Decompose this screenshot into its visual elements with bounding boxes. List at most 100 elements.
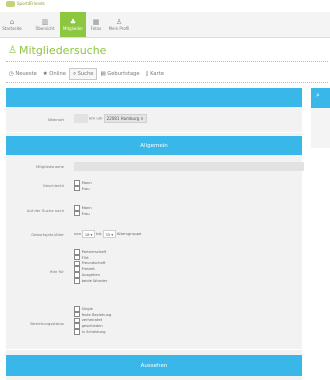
checkbox-option[interactable]: Frau (74, 185, 92, 192)
hier-fuer-options: Partnerschaft Flirt Freundschaft Freizei… (74, 249, 107, 284)
page-title-text: Mitgliedersuche (18, 44, 107, 57)
suche-nach-options: Mann Frau (74, 205, 92, 217)
user-icon: ♙ (8, 45, 17, 56)
checkbox[interactable] (74, 180, 80, 186)
form-header-bar (6, 88, 302, 107)
checkbox[interactable] (74, 306, 80, 312)
nav-label: Fotos (90, 26, 102, 31)
tab-label: Suche (77, 71, 94, 77)
checkbox-option[interactable]: in Scheidung (74, 329, 111, 335)
row-wohnort: Wohnort km um 22081 Hamburg × (6, 107, 302, 133)
divider (6, 82, 328, 83)
section-title: Aussehen (140, 362, 168, 369)
section-allgemein: Allgemein (6, 136, 302, 155)
nav-label: Übersicht (35, 26, 55, 31)
logo[interactable]: Sport4Friends (6, 0, 45, 7)
age-to-value: 35 (105, 231, 111, 237)
option-label: Frau (81, 211, 90, 216)
tab-label: Online (49, 71, 66, 77)
chevron-down-icon: ▾ (111, 231, 114, 237)
calendar-icon: ▤ (100, 71, 106, 77)
age-to-select[interactable]: 35 ▾ (102, 230, 116, 238)
option-label: Single (81, 306, 93, 311)
geburtsjahr-label: Geburtsjahr/Alter (31, 232, 64, 237)
checkbox[interactable] (74, 254, 80, 261)
nav-fotos[interactable]: ▦ Fotos (89, 12, 103, 37)
nav-mitglieder[interactable]: ♣ Mitglieder (60, 12, 86, 37)
checkbox-option[interactable]: beide Wunder (74, 278, 107, 284)
checkbox[interactable] (74, 185, 80, 192)
search-icon: ⌕ (316, 91, 320, 99)
home-icon: ⌂ (9, 18, 15, 26)
option-label: in Scheidung (81, 330, 106, 335)
tab-label: Karte (150, 71, 164, 77)
checkbox[interactable] (74, 272, 80, 278)
search-icon: ⌕ (72, 70, 77, 77)
age-from-value: 18 (84, 231, 90, 237)
nav-startseite[interactable]: ⌂ Startseite (2, 12, 22, 37)
row-beziehungsstatus: Beziehungsstatus Single feste Beziehung … (6, 297, 302, 350)
age-suffix: Altersgruppe (116, 231, 142, 236)
nav-label: Mitglieder (63, 26, 83, 31)
tab-neueste[interactable]: ◷ Neueste (6, 69, 40, 79)
logo-text: Sport4Friends (17, 1, 45, 6)
option-label: Ausgehen (81, 273, 100, 278)
location-chip[interactable]: 22081 Hamburg × (103, 114, 147, 123)
star-icon: ★ (42, 71, 48, 77)
mitgliedsname-input[interactable] (74, 162, 304, 171)
checkbox[interactable] (74, 317, 80, 324)
option-label: Mann (81, 180, 92, 185)
tab-label: Geburtstage (107, 71, 140, 77)
row-geburtsjahr: Geburtsjahr/Alter von 18 ▾ bis 35 ▾ Alters… (6, 223, 302, 246)
option-label: Partnerschaft (81, 249, 107, 254)
row-geschlecht: Geschlecht Mann Frau (6, 175, 302, 198)
section-aussehen: Aussehen (6, 355, 302, 376)
age-from-select[interactable]: 18 ▾ (82, 230, 95, 238)
tab-online[interactable]: ★ Online (40, 69, 69, 79)
remove-icon[interactable]: × (140, 116, 143, 121)
option-label: Frau (81, 186, 90, 191)
nav-mein-profil[interactable]: ♙ Mein Profil (106, 12, 132, 37)
wohnort-control: km um 22081 Hamburg × (74, 114, 147, 123)
checkbox[interactable] (74, 311, 80, 318)
location-value: 22081 Hamburg (106, 116, 140, 121)
option-label: Mann (81, 205, 92, 210)
overview-icon: ▥ (41, 18, 49, 26)
side-search-bar[interactable]: ⌕ (311, 88, 330, 108)
divider (6, 61, 328, 62)
checkbox[interactable] (74, 266, 80, 273)
age-range: von 18 ▾ bis 35 ▾ Altersgruppe (74, 230, 141, 238)
age-from-word: von (74, 231, 81, 236)
checkbox[interactable] (74, 323, 80, 330)
tab-geburtstage[interactable]: ▤ Geburtstage (97, 69, 142, 79)
age-to-word: bis (96, 231, 102, 236)
checkbox[interactable] (74, 210, 80, 217)
tab-karte[interactable]: ▯ Karte (143, 69, 167, 79)
members-icon: ♣ (69, 18, 77, 26)
row-suche-nach: Auf der Suche nach Mann Frau (6, 197, 302, 224)
option-label: verheiratet (81, 318, 103, 323)
tab-label: Neueste (15, 71, 37, 77)
radius-prefix: km um (89, 115, 103, 121)
header: Sport4Friends (0, 0, 330, 9)
main-nav: ⌂ Startseite ▥ Übersicht ♣ Mitglieder ▦ … (0, 12, 330, 38)
page-title: ♙ Mitgliedersuche (8, 44, 106, 57)
radius-input[interactable] (74, 114, 88, 123)
checkbox[interactable] (74, 278, 80, 284)
nav-label: Mein Profil (108, 26, 130, 31)
checkbox[interactable] (74, 205, 80, 211)
chevron-down-icon: ▾ (90, 231, 93, 237)
geschlecht-options: Mann Frau (74, 180, 92, 192)
section-title: Allgemein (140, 142, 168, 149)
subtabs: ◷ Neueste ★ Online ⌕ Suche ▤ Geburtstage… (6, 68, 167, 80)
checkbox[interactable] (74, 329, 80, 335)
nav-uebersicht[interactable]: ▥ Übersicht (34, 12, 56, 37)
row-mitgliedsname: Mitgliedsname (6, 158, 304, 176)
wohnort-label: Wohnort (47, 117, 64, 122)
hier-fuer-label: Hier für (49, 269, 64, 274)
tab-suche[interactable]: ⌕ Suche (68, 68, 98, 80)
option-label: beide Wunder (81, 278, 108, 283)
checkbox[interactable] (74, 249, 80, 255)
checkbox-option[interactable]: Frau (74, 210, 92, 217)
checkbox[interactable] (74, 260, 80, 267)
